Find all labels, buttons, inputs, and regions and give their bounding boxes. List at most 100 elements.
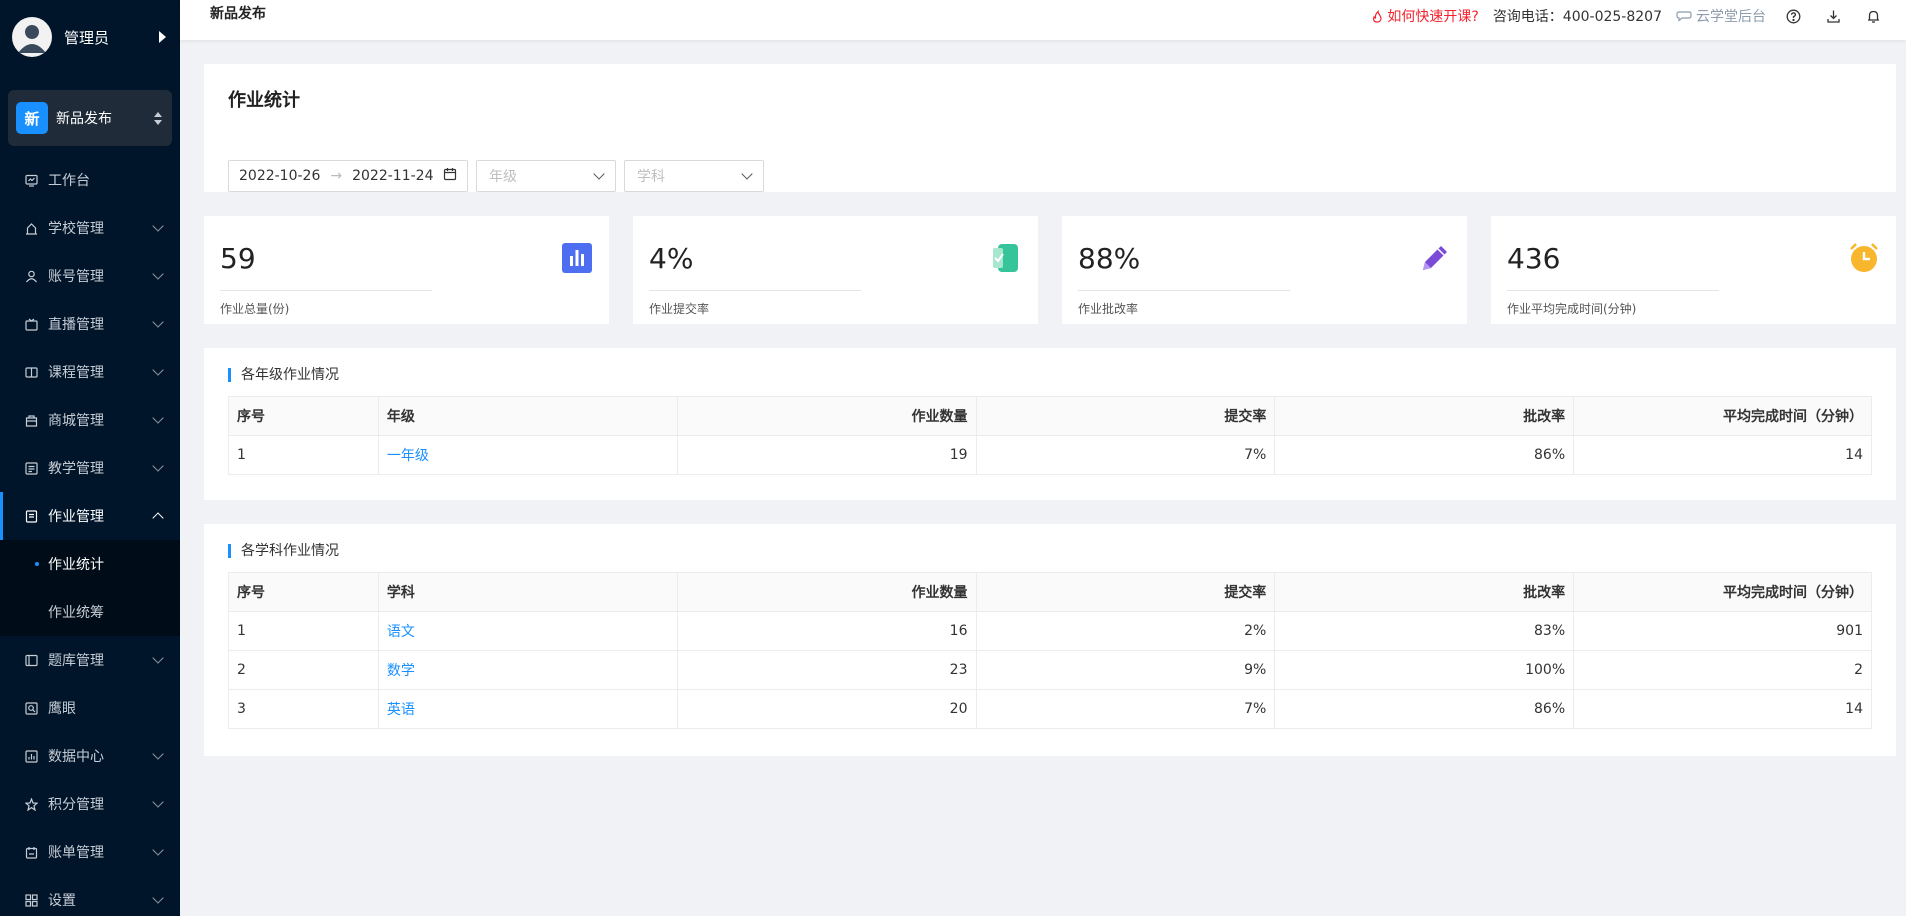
sidebar-item-live[interactable]: 直播管理 <box>0 300 180 348</box>
stat-card-avg-time: 436 作业平均完成时间(分钟) <box>1491 216 1896 324</box>
date-end[interactable]: 2022-11-24 <box>352 168 433 184</box>
chevron-down-icon <box>152 412 164 424</box>
sidebar-item-label: 直播管理 <box>48 317 104 333</box>
avatar <box>12 17 52 57</box>
quick-start-link[interactable]: 如何快速开课? <box>1371 6 1479 26</box>
sidebar-item-school[interactable]: 学校管理 <box>0 204 180 252</box>
sidebar-item-dashboard[interactable]: 工作台 <box>0 156 180 204</box>
side-menu: 工作台 学校管理 账号管理 直播管理 课程管理 商城管理 教学管理 作业管理 作… <box>0 156 180 916</box>
sidebar-item-label: 课程管理 <box>48 365 104 381</box>
sidebar-item-bill[interactable]: 账单管理 <box>0 828 180 876</box>
subject-link[interactable]: 数学 <box>387 663 415 679</box>
grade-table-card: 各年级作业情况 序号 年级 作业数量 提交率 批改率 平均完成时间（分钟） 1 … <box>204 348 1896 500</box>
page-title: 作业统计 <box>228 90 300 111</box>
submenu-item-homework-stats[interactable]: 作业统计 <box>0 540 180 588</box>
eagle-eye-icon <box>24 701 38 715</box>
sidebar: 管理员 新 新品发布 工作台 学校管理 账号管理 直播管理 课程管理 商城管理 … <box>0 0 180 916</box>
cell-subject: 英语 <box>377 689 678 729</box>
sidebar-item-homework[interactable]: 作业管理 <box>0 492 180 540</box>
help-icon[interactable] <box>1780 3 1806 29</box>
sidebar-item-label: 账号管理 <box>48 269 104 285</box>
cell-index: 3 <box>228 689 379 729</box>
live-icon <box>24 317 38 331</box>
chevron-down-icon <box>152 460 164 472</box>
grade-link[interactable]: 一年级 <box>387 448 429 464</box>
cell-count: 20 <box>676 689 977 729</box>
stat-label: 作业平均完成时间(分钟) <box>1507 302 1637 316</box>
cell-count: 23 <box>676 650 977 690</box>
cell-correct-rate: 100% <box>1274 650 1575 690</box>
stat-card-correct-rate: 88% 作业批改率 <box>1062 216 1467 324</box>
date-range-picker[interactable]: 2022-10-26 → 2022-11-24 <box>228 160 468 192</box>
sidebar-item-label: 教学管理 <box>48 461 104 477</box>
table-header-row: 序号 年级 作业数量 提交率 批改率 平均完成时间（分钟） <box>228 396 1872 436</box>
section-title: 各学科作业情况 <box>228 544 339 558</box>
sidebar-item-question-bank[interactable]: 题库管理 <box>0 636 180 684</box>
cell-correct-rate: 86% <box>1274 689 1575 729</box>
user-icon <box>24 269 38 283</box>
table-row: 1 语文 16 2% 83% 901 <box>228 611 1872 651</box>
chevron-down-icon <box>152 220 164 232</box>
chevron-up-icon <box>152 512 164 524</box>
switcher-badge: 新 <box>16 102 48 134</box>
homework-icon <box>24 509 38 523</box>
quick-start-label: 如何快速开课? <box>1387 9 1479 25</box>
stat-divider <box>1507 290 1719 291</box>
subject-link[interactable]: 英语 <box>387 702 415 718</box>
homework-submenu: 作业统计 作业统筹 <box>0 540 180 636</box>
backend-link[interactable]: 云学堂后台 <box>1676 6 1766 26</box>
header-title: 新品发布 <box>210 6 266 22</box>
grade-table: 序号 年级 作业数量 提交率 批改率 平均完成时间（分钟） 1 一年级 19 7… <box>228 396 1872 475</box>
date-range-arrow: → <box>330 168 343 184</box>
sidebar-item-label: 鹰眼 <box>48 701 76 717</box>
caret-right-icon[interactable] <box>159 31 166 43</box>
hotline-text: 咨询电话：400-025-8207 <box>1492 9 1662 25</box>
cell-count: 19 <box>676 435 977 475</box>
date-start[interactable]: 2022-10-26 <box>239 168 320 184</box>
filter-bar: 2022-10-26 → 2022-11-24 年级 学科 <box>228 160 764 192</box>
grade-select[interactable]: 年级 <box>476 160 616 192</box>
sidebar-item-label: 作业管理 <box>48 509 104 525</box>
submenu-list: 作业统计 作业统筹 <box>0 540 180 636</box>
subject-select[interactable]: 学科 <box>624 160 764 192</box>
school-icon <box>24 221 38 235</box>
pencil-icon <box>1423 246 1447 270</box>
column-header: 平均完成时间（分钟） <box>1573 572 1872 612</box>
chevron-down-icon <box>152 652 164 664</box>
chevron-down-icon <box>152 268 164 280</box>
download-icon[interactable] <box>1820 3 1846 29</box>
stat-divider <box>1078 290 1290 291</box>
sidebar-item-settings[interactable]: 设置 <box>0 876 180 916</box>
grade-select-placeholder: 年级 <box>489 169 517 185</box>
cell-avg-time: 2 <box>1573 650 1872 690</box>
submit-icon <box>993 244 1018 272</box>
cell-avg-time: 901 <box>1573 611 1872 651</box>
school-switcher[interactable]: 新 新品发布 <box>8 90 172 146</box>
data-center-icon <box>24 749 38 763</box>
fire-icon <box>1373 9 1382 23</box>
chevron-down-icon <box>152 748 164 760</box>
user-profile[interactable]: 管理员 <box>0 0 180 74</box>
sidebar-item-shop[interactable]: 商城管理 <box>0 396 180 444</box>
subject-table-card: 各学科作业情况 序号 学科 作业数量 提交率 批改率 平均完成时间（分钟） 1 … <box>204 524 1896 756</box>
column-header: 学科 <box>377 572 678 612</box>
chevron-down-icon <box>741 168 753 180</box>
sidebar-item-data-center[interactable]: 数据中心 <box>0 732 180 780</box>
sidebar-item-account[interactable]: 账号管理 <box>0 252 180 300</box>
cell-submit-rate: 7% <box>975 689 1276 729</box>
sidebar-item-course[interactable]: 课程管理 <box>0 348 180 396</box>
sidebar-item-eagle-eye[interactable]: 鹰眼 <box>0 684 180 732</box>
submenu-item-homework-planning[interactable]: 作业统筹 <box>0 588 180 636</box>
table-row: 2 数学 23 9% 100% 2 <box>228 650 1872 690</box>
subject-link[interactable]: 语文 <box>387 624 415 640</box>
sidebar-item-teaching[interactable]: 教学管理 <box>0 444 180 492</box>
backend-label: 云学堂后台 <box>1696 9 1766 25</box>
cell-submit-rate: 9% <box>975 650 1276 690</box>
column-header: 提交率 <box>975 396 1276 436</box>
cell-correct-rate: 86% <box>1274 435 1575 475</box>
cell-index: 1 <box>228 611 379 651</box>
sidebar-item-points[interactable]: 积分管理 <box>0 780 180 828</box>
bell-icon[interactable] <box>1860 3 1886 29</box>
cell-correct-rate: 83% <box>1274 611 1575 651</box>
user-name: 管理员 <box>64 28 110 47</box>
